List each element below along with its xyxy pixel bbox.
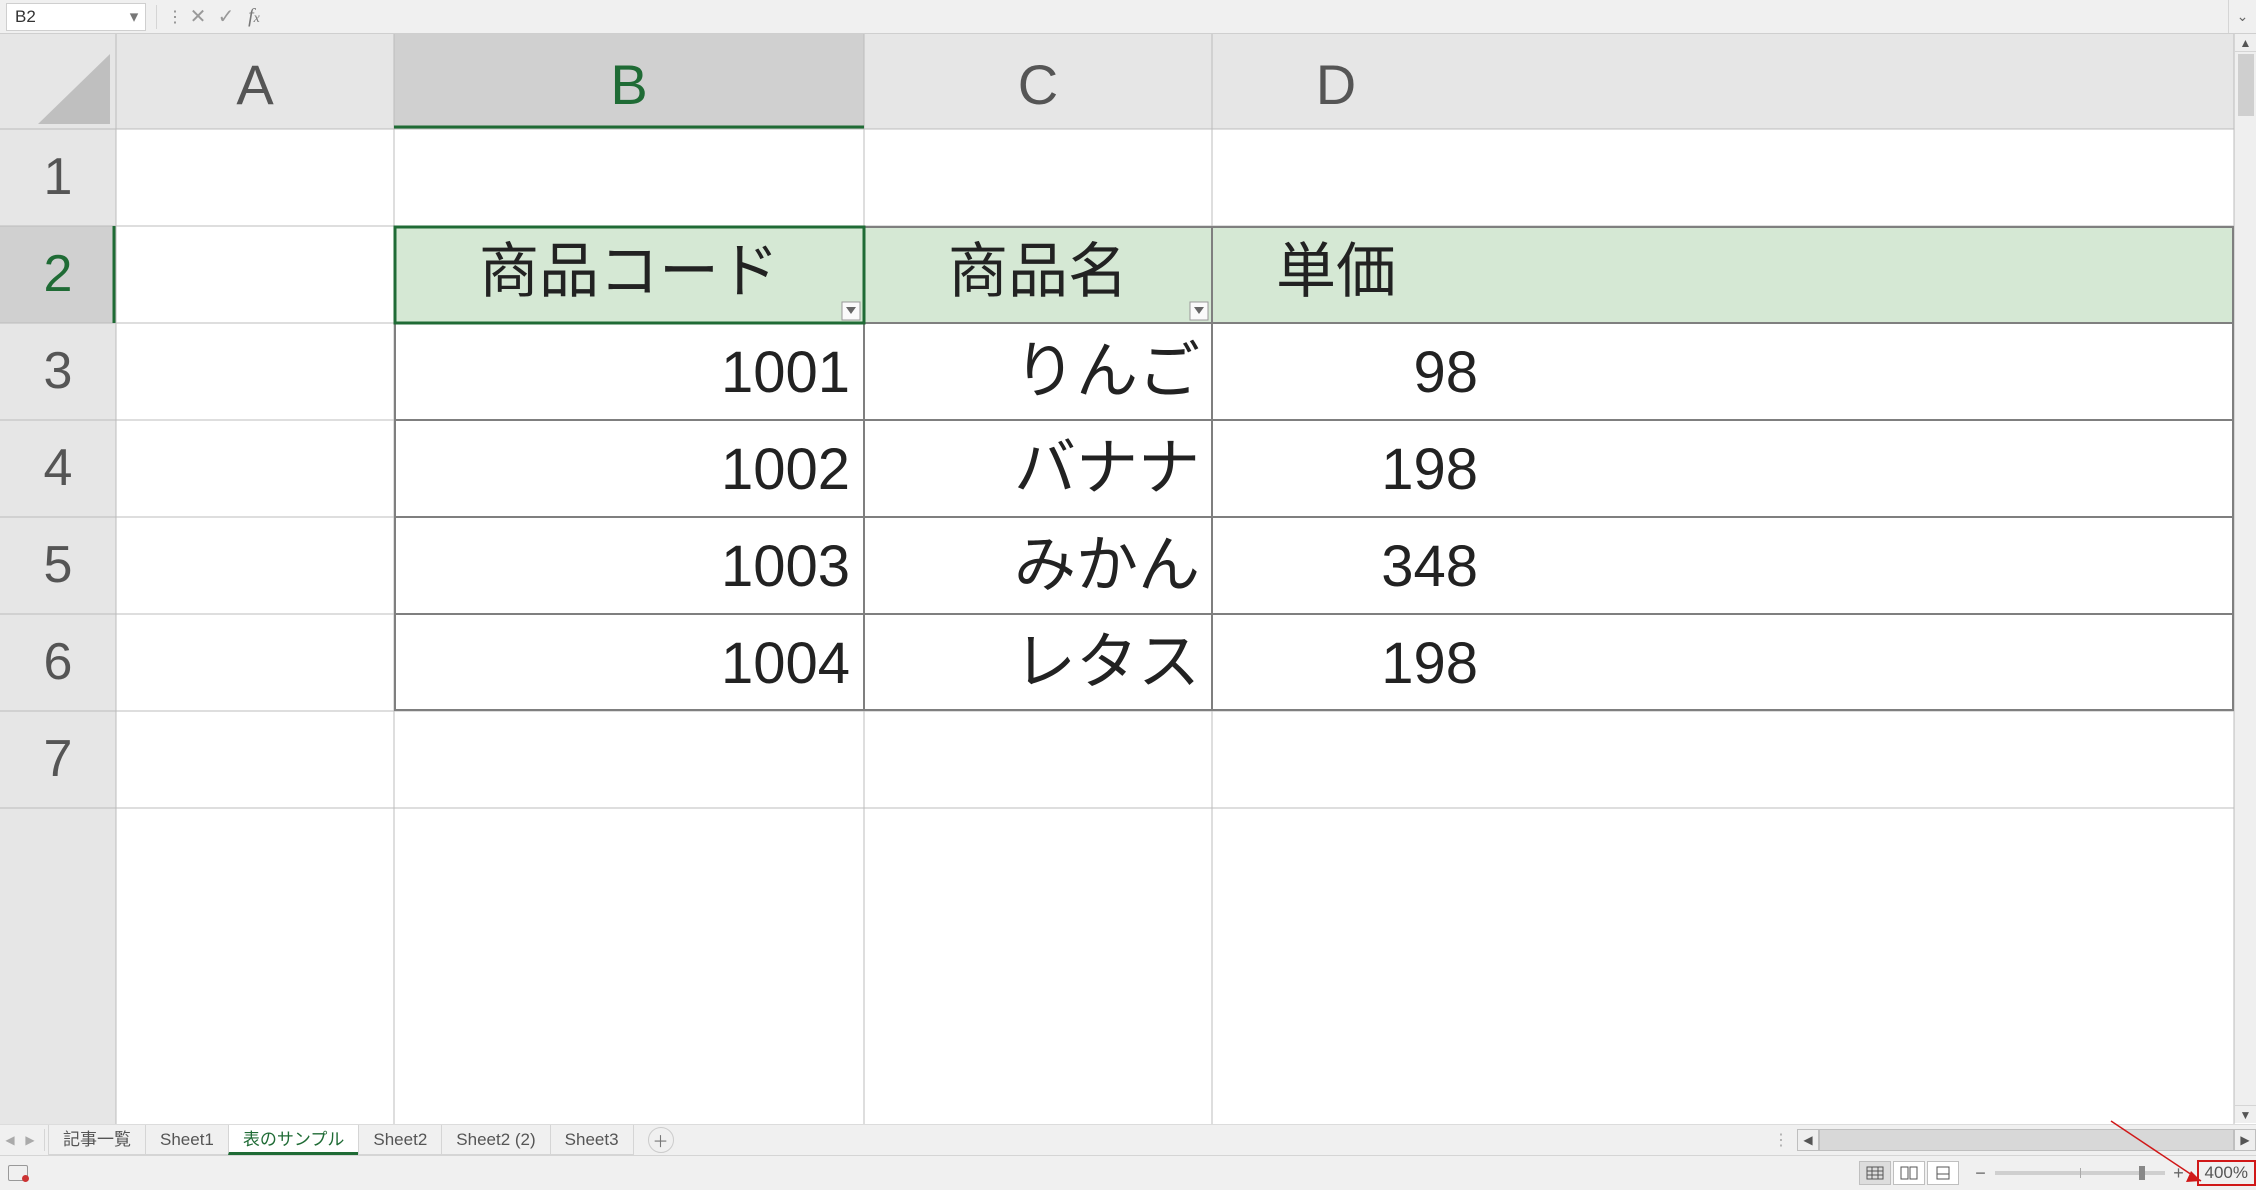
cell-D4[interactable]: 198 xyxy=(1381,437,1478,502)
horizontal-scroll-track[interactable] xyxy=(1819,1129,2234,1151)
sheet-tab[interactable]: Sheet2 (2) xyxy=(441,1125,550,1155)
name-box[interactable]: B2 ▾ xyxy=(6,3,146,31)
formula-input[interactable] xyxy=(268,3,2228,31)
tab-nav-prev-icon[interactable]: ◀ xyxy=(0,1133,20,1147)
fx-icon[interactable]: fx xyxy=(240,5,268,28)
view-page-break-button[interactable] xyxy=(1927,1161,1959,1185)
sheet-tab-active[interactable]: 表のサンプル xyxy=(228,1125,360,1155)
cell-D5[interactable]: 348 xyxy=(1381,534,1478,599)
row-header-1[interactable]: 1 xyxy=(44,148,73,206)
scroll-left-icon[interactable]: ◀ xyxy=(1797,1129,1819,1151)
formula-bar: B2 ▾ ⋮ ✕ ✓ fx ⌄ xyxy=(0,0,2256,34)
col-header-C[interactable]: C xyxy=(1018,53,1058,116)
tab-nav-next-icon[interactable]: ▶ xyxy=(20,1133,40,1147)
cell-B4[interactable]: 1002 xyxy=(721,437,850,502)
select-all-button[interactable] xyxy=(0,34,116,129)
view-normal-button[interactable] xyxy=(1859,1161,1891,1185)
sheet-tab-label: Sheet2 xyxy=(373,1130,427,1149)
row-header-3[interactable]: 3 xyxy=(44,342,73,400)
record-macro-icon[interactable] xyxy=(8,1165,28,1181)
cell-C5[interactable]: みかん xyxy=(1014,531,1200,600)
cell-B5[interactable]: 1003 xyxy=(721,534,850,599)
zoom-slider-thumb[interactable] xyxy=(2139,1166,2145,1180)
zoom-slider[interactable] xyxy=(1995,1171,2165,1175)
cell-D3[interactable]: 98 xyxy=(1413,340,1478,405)
sheet-tab[interactable]: 記事一覧 xyxy=(48,1125,146,1155)
zoom-level[interactable]: 400% xyxy=(2197,1160,2256,1186)
cell-B6[interactable]: 1004 xyxy=(721,631,850,696)
dots-icon: ⋮ xyxy=(167,7,184,27)
sheet-tab-label: Sheet1 xyxy=(160,1130,214,1149)
worksheet-grid[interactable]: A B C D 1 2 3 4 5 6 7 商品コード 商品名 単価 1001 … xyxy=(0,34,2256,1124)
separator xyxy=(44,1129,45,1151)
confirm-formula-icon[interactable]: ✓ xyxy=(212,4,240,29)
name-box-dropdown-icon[interactable]: ▾ xyxy=(123,7,145,27)
dots-icon: ⋮ xyxy=(1773,1130,1789,1150)
col-header-D[interactable]: D xyxy=(1316,53,1356,116)
filter-button-C2[interactable] xyxy=(1190,302,1208,320)
status-bar: − + 400% xyxy=(0,1156,2256,1190)
cell-C4[interactable]: バナナ xyxy=(1014,434,1200,503)
sheet-tab[interactable]: Sheet2 xyxy=(358,1125,442,1155)
vertical-scrollbar-thumb[interactable] xyxy=(2238,54,2254,116)
separator xyxy=(156,5,157,29)
cell-D6[interactable]: 198 xyxy=(1381,631,1478,696)
horizontal-scrollbar[interactable]: ⋮ ◀ ▶ xyxy=(1773,1125,2256,1155)
cell-D2[interactable]: 単価 xyxy=(1276,238,1396,305)
filter-button-B2[interactable] xyxy=(842,302,860,320)
row-header-7[interactable]: 7 xyxy=(44,730,73,788)
cell-C2[interactable]: 商品名 xyxy=(948,238,1128,305)
horizontal-scroll-thumb[interactable] xyxy=(1820,1130,2233,1150)
vertical-scrollbar[interactable]: ▲ ▼ xyxy=(2234,34,2256,1123)
scroll-down-icon[interactable]: ▼ xyxy=(2235,1105,2256,1123)
sheet-tab-label: 表のサンプル xyxy=(243,1130,345,1149)
sheet-tab[interactable]: Sheet1 xyxy=(145,1125,229,1155)
sheet-tab-label: Sheet3 xyxy=(565,1130,619,1149)
cell-B2[interactable]: 商品コード xyxy=(479,238,779,305)
sheet-tab[interactable]: Sheet3 xyxy=(550,1125,634,1155)
zoom-control: − + xyxy=(1971,1163,2189,1184)
sheet-tab-label: 記事一覧 xyxy=(63,1130,131,1149)
scroll-up-icon[interactable]: ▲ xyxy=(2235,34,2256,52)
cell-C3[interactable]: りんご xyxy=(1014,337,1200,406)
row-header-5[interactable]: 5 xyxy=(44,536,73,594)
scroll-right-icon[interactable]: ▶ xyxy=(2234,1129,2256,1151)
sheet-tab-bar: ◀ ▶ 記事一覧 Sheet1 表のサンプル Sheet2 Sheet2 (2)… xyxy=(0,1124,2256,1156)
cell-B3[interactable]: 1001 xyxy=(721,340,850,405)
add-sheet-button[interactable]: ＋ xyxy=(648,1127,674,1153)
name-box-value: B2 xyxy=(15,7,36,27)
view-page-layout-button[interactable] xyxy=(1893,1161,1925,1185)
cell-C6[interactable]: レタス xyxy=(1014,628,1200,697)
zoom-level-value: 400% xyxy=(2205,1163,2248,1182)
sheet-tab-label: Sheet2 (2) xyxy=(456,1130,535,1149)
row-header-2[interactable]: 2 xyxy=(44,245,73,303)
col-header-B[interactable]: B xyxy=(610,53,647,116)
row-header-4[interactable]: 4 xyxy=(44,439,73,497)
zoom-in-button[interactable]: + xyxy=(2169,1163,2189,1184)
col-header-A[interactable]: A xyxy=(236,53,274,116)
cancel-formula-icon[interactable]: ✕ xyxy=(184,4,212,29)
grid-svg: A B C D 1 2 3 4 5 6 7 商品コード 商品名 単価 1001 … xyxy=(0,34,2256,1124)
formula-expand-icon[interactable]: ⌄ xyxy=(2228,0,2256,33)
zoom-out-button[interactable]: − xyxy=(1971,1163,1991,1184)
row-header-6[interactable]: 6 xyxy=(44,633,73,691)
